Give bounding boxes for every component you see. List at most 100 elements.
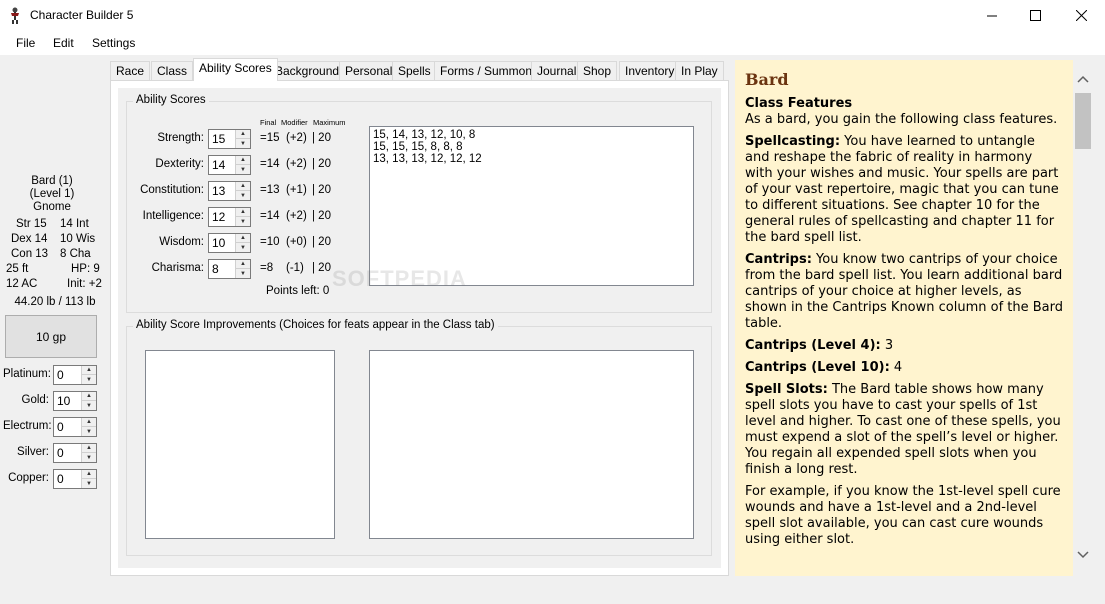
scroll-down-icon[interactable] <box>1074 546 1092 564</box>
menu-edit[interactable]: Edit <box>53 36 74 50</box>
wisdom-final: =10 <box>260 236 280 248</box>
spin-up-icon: ▲ <box>236 156 250 165</box>
list-item[interactable]: 13, 13, 13, 12, 12, 12 <box>373 153 690 165</box>
wisdom-modifier: (+0) <box>286 236 307 248</box>
spin-up-icon: ▲ <box>82 392 96 401</box>
menu-bar: File Edit Settings <box>0 31 1105 55</box>
dexterity-final: =14 <box>260 158 280 170</box>
dexterity-label: Dexterity: <box>155 158 204 170</box>
tab-ability-scores[interactable]: Ability Scores <box>193 58 278 81</box>
intelligence-final: =14 <box>260 210 280 222</box>
example-paragraph: For example, if you know the 1st-level s… <box>745 484 1061 547</box>
silver-label: Silver: <box>17 446 49 458</box>
intelligence-modifier: (+2) <box>286 210 307 222</box>
gold-input[interactable]: 10 ▲ ▼ <box>53 391 97 411</box>
tab-race[interactable]: Race <box>110 61 151 80</box>
charisma-input[interactable]: 8 ▲ ▼ <box>208 259 251 279</box>
standard-arrays-list[interactable]: 15, 14, 13, 12, 10, 8 15, 15, 15, 8, 8, … <box>369 126 694 286</box>
spellcasting-paragraph: Spellcasting: You have learned to untang… <box>745 134 1059 245</box>
tab-background[interactable]: Background <box>269 61 346 80</box>
tab-forms-summons[interactable]: Forms / Summons <box>434 61 545 80</box>
electrum-input[interactable]: 0 ▲ ▼ <box>53 417 97 437</box>
spin-up-icon: ▲ <box>236 130 250 139</box>
intelligence-label: Intelligence: <box>142 210 204 222</box>
window-title: Character Builder 5 <box>30 8 134 22</box>
details-scrollbar[interactable] <box>1074 60 1092 576</box>
strength-label: Strength: <box>157 132 204 144</box>
list-item[interactable]: 15, 15, 15, 8, 8, 8 <box>373 141 690 153</box>
minimize-icon <box>987 15 997 16</box>
cha-stat: 8 Cha <box>60 248 91 260</box>
spin-down-icon: ▼ <box>236 269 250 278</box>
close-icon <box>1075 10 1087 21</box>
strength-modifier: (+2) <box>286 132 307 144</box>
charisma-max: | 20 <box>312 262 331 274</box>
spell-slots-paragraph: Spell Slots: The Bard table shows how ma… <box>745 382 1061 477</box>
spin-up-icon: ▲ <box>236 260 250 269</box>
dexterity-input[interactable]: 14 ▲ ▼ <box>208 155 251 175</box>
tab-shop[interactable]: Shop <box>577 61 618 80</box>
minimize-button[interactable] <box>969 0 1015 31</box>
gold-label: Gold: <box>21 394 50 406</box>
wisdom-input[interactable]: 10 ▲ ▼ <box>208 233 251 253</box>
tab-class[interactable]: Class <box>151 61 194 80</box>
spin-down-icon: ▼ <box>82 375 96 384</box>
race-label: Gnome <box>33 201 71 213</box>
money-total: 10 gp <box>35 329 67 344</box>
wisdom-label: Wisdom: <box>159 236 204 248</box>
class-features-text: As a bard, you gain the following class … <box>745 112 1058 127</box>
wis-stat: 10 Wis <box>60 233 96 245</box>
tab-personal[interactable]: Personal <box>339 61 399 80</box>
spin-up-icon: ▲ <box>82 444 96 453</box>
watermark: SOFTPEDIA <box>332 266 467 291</box>
copper-input[interactable]: 0 ▲ ▼ <box>53 469 97 489</box>
str-stat: Str 15 <box>16 218 47 230</box>
character-level: (Level 1) <box>29 188 75 200</box>
spin-up-icon: ▲ <box>236 208 250 217</box>
menu-settings[interactable]: Settings <box>92 36 135 50</box>
constitution-input[interactable]: 13 ▲ ▼ <box>208 181 251 201</box>
tab-in-play[interactable]: In Play <box>675 61 724 80</box>
asi-group-title: Ability Score Improvements (Choices for … <box>133 319 498 331</box>
spin-down-icon: ▼ <box>82 453 96 462</box>
intelligence-max: | 20 <box>312 210 331 222</box>
scroll-up-icon[interactable] <box>1074 70 1092 88</box>
asi-details-list[interactable] <box>369 350 694 539</box>
scrollbar-thumb[interactable] <box>1075 93 1091 149</box>
tab-journal[interactable]: Journal <box>531 61 583 80</box>
tab-inventory[interactable]: Inventory <box>619 61 681 80</box>
list-item[interactable]: 15, 14, 13, 12, 10, 8 <box>373 129 690 141</box>
class-level: Bard (1) <box>31 175 73 187</box>
constitution-max: | 20 <box>312 184 331 196</box>
charisma-modifier: (-1) <box>286 262 304 274</box>
column-modifier: Modifier <box>281 118 308 127</box>
spin-down-icon: ▼ <box>236 191 250 200</box>
silver-input[interactable]: 0 ▲ ▼ <box>53 443 97 463</box>
strength-input[interactable]: 15 ▲ ▼ <box>208 129 251 149</box>
cantrips-paragraph: Cantrips: You know two cantrips of your … <box>745 252 1064 331</box>
platinum-label: Platinum: <box>3 368 51 380</box>
init-stat: Init: +2 <box>67 278 102 290</box>
carry-weight: 44.20 lb / 113 lb <box>14 296 96 308</box>
details-panel: Bard Class Features As a bard, you gain … <box>735 60 1073 576</box>
spin-down-icon: ▼ <box>236 165 250 174</box>
tab-spells[interactable]: Spells <box>392 61 437 80</box>
strength-max: | 20 <box>312 132 331 144</box>
menu-file[interactable]: File <box>16 36 35 50</box>
close-button[interactable] <box>1058 0 1104 31</box>
cantrips-level4-paragraph: Cantrips (Level 4): 3 <box>745 338 894 353</box>
spin-down-icon: ▼ <box>236 243 250 252</box>
dex-stat: Dex 14 <box>11 233 48 245</box>
column-final: Final <box>260 118 277 127</box>
ability-scores-group-title: Ability Scores <box>133 94 209 106</box>
maximize-button[interactable] <box>1012 0 1058 31</box>
dexterity-max: | 20 <box>312 158 331 170</box>
intelligence-input[interactable]: 12 ▲ ▼ <box>208 207 251 227</box>
asi-choices-list[interactable] <box>145 350 335 539</box>
spin-up-icon: ▲ <box>236 182 250 191</box>
spin-down-icon: ▼ <box>82 479 96 488</box>
money-total-button[interactable]: 10 gp <box>5 315 97 358</box>
spin-down-icon: ▼ <box>82 401 96 410</box>
strength-final: =15 <box>260 132 280 144</box>
platinum-input[interactable]: 0 ▲ ▼ <box>53 365 97 385</box>
